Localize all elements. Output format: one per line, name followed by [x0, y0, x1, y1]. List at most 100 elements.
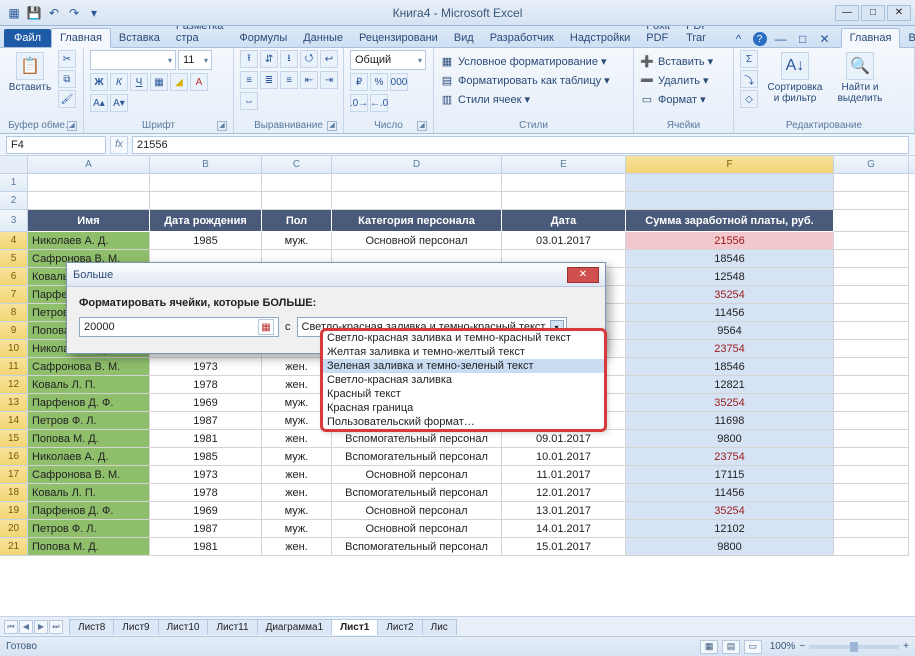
cell[interactable]: 1973: [150, 358, 262, 376]
cell[interactable]: 9800: [626, 430, 834, 448]
cell[interactable]: 12102: [626, 520, 834, 538]
sheet-nav-prev-icon[interactable]: ◀: [19, 620, 33, 634]
row-header[interactable]: 17: [0, 466, 28, 484]
cell[interactable]: [834, 304, 909, 322]
col-header-D[interactable]: D: [332, 156, 502, 173]
cell[interactable]: 1987: [150, 520, 262, 538]
clipboard-launcher-icon[interactable]: ◢: [67, 121, 77, 131]
cell[interactable]: 1978: [150, 484, 262, 502]
row-header[interactable]: 2: [0, 192, 28, 210]
font-color-icon[interactable]: A: [190, 73, 208, 91]
minimize-button[interactable]: —: [835, 5, 859, 21]
align-bottom-icon[interactable]: ⭳: [280, 50, 298, 68]
cell[interactable]: 18546: [626, 358, 834, 376]
ribbon-tab[interactable]: Данные: [295, 29, 351, 47]
cell[interactable]: муж.: [262, 520, 332, 538]
zoom-out-icon[interactable]: −: [799, 641, 805, 652]
help-icon[interactable]: ?: [753, 32, 767, 46]
col-header-C[interactable]: C: [262, 156, 332, 173]
cell[interactable]: 1978: [150, 376, 262, 394]
cell[interactable]: Вспомогательный персонал: [332, 448, 502, 466]
autosum-icon[interactable]: Σ: [740, 50, 758, 68]
cell[interactable]: 21556: [626, 232, 834, 250]
doc-restore-icon[interactable]: □: [795, 31, 811, 47]
cell[interactable]: 1981: [150, 430, 262, 448]
comma-icon[interactable]: 000: [390, 73, 408, 91]
indent-inc-icon[interactable]: ⇥: [320, 71, 338, 89]
cell[interactable]: 12821: [626, 376, 834, 394]
cell[interactable]: [834, 376, 909, 394]
cell[interactable]: Петров Ф. Л.: [28, 412, 150, 430]
view-pagebreak-icon[interactable]: ▭: [744, 640, 762, 654]
cell[interactable]: [834, 340, 909, 358]
sheet-tab[interactable]: Лист2: [377, 619, 422, 635]
cell[interactable]: [834, 466, 909, 484]
ribbon-tab[interactable]: Разработчик: [482, 29, 562, 47]
cell[interactable]: Вспомогательный персонал: [332, 538, 502, 556]
font-launcher-icon[interactable]: ◢: [217, 121, 227, 131]
cell[interactable]: 1973: [150, 466, 262, 484]
cell[interactable]: жен.: [262, 538, 332, 556]
doc-close-icon[interactable]: ✕: [817, 31, 833, 47]
cell[interactable]: жен.: [262, 484, 332, 502]
bold-icon[interactable]: Ж: [90, 73, 108, 91]
row-header[interactable]: 21: [0, 538, 28, 556]
row-header[interactable]: 13: [0, 394, 28, 412]
col-header-B[interactable]: B: [150, 156, 262, 173]
view-normal-icon[interactable]: ▦: [700, 640, 718, 654]
currency-icon[interactable]: ₽: [350, 73, 368, 91]
cell[interactable]: 35254: [626, 286, 834, 304]
cell[interactable]: 09.01.2017: [502, 430, 626, 448]
cell[interactable]: 23754: [626, 340, 834, 358]
cell[interactable]: Основной персонал: [332, 520, 502, 538]
cell[interactable]: [834, 232, 909, 250]
indent-dec-icon[interactable]: ⇤: [300, 71, 318, 89]
cell[interactable]: 1981: [150, 538, 262, 556]
row-header[interactable]: 15: [0, 430, 28, 448]
tab-0[interactable]: Главная: [841, 28, 901, 48]
cut-icon[interactable]: ✂: [58, 50, 76, 68]
cell[interactable]: 17115: [626, 466, 834, 484]
cell[interactable]: 18546: [626, 250, 834, 268]
cell[interactable]: 9800: [626, 538, 834, 556]
format-as-table-button[interactable]: ▤Форматировать как таблицу ▾: [440, 71, 610, 89]
format-painter-icon[interactable]: 🖌: [58, 90, 76, 108]
cell[interactable]: 1969: [150, 502, 262, 520]
grow-font-icon[interactable]: A▴: [90, 94, 108, 112]
redo-icon[interactable]: ↷: [66, 5, 82, 21]
orientation-icon[interactable]: ⭯: [300, 50, 318, 68]
font-size-combo[interactable]: 11: [178, 50, 212, 70]
fx-icon[interactable]: fx: [110, 136, 128, 154]
cell[interactable]: 9564: [626, 322, 834, 340]
sheet-tab[interactable]: Лис: [422, 619, 457, 635]
col-header-G[interactable]: G: [834, 156, 909, 173]
view-pagelayout-icon[interactable]: ▤: [722, 640, 740, 654]
paste-button[interactable]: 📋 Вставить: [6, 50, 54, 93]
format-cells-button[interactable]: ▭Формат ▾: [640, 90, 706, 108]
format-option[interactable]: Зеленая заливка и темно-зеленый текст: [323, 359, 604, 373]
row-header[interactable]: 19: [0, 502, 28, 520]
cell[interactable]: 15.01.2017: [502, 538, 626, 556]
cell[interactable]: 14.01.2017: [502, 520, 626, 538]
cell[interactable]: [834, 250, 909, 268]
align-center-icon[interactable]: ≣: [260, 71, 278, 89]
font-name-combo[interactable]: [90, 50, 176, 70]
sort-filter-button[interactable]: A↓ Сортировка и фильтр: [764, 50, 826, 104]
dialog-close-button[interactable]: ✕: [567, 267, 599, 283]
ribbon-tab[interactable]: Вид: [446, 29, 482, 47]
col-header-F[interactable]: F: [626, 156, 834, 173]
cell[interactable]: 10.01.2017: [502, 448, 626, 466]
cell[interactable]: 11.01.2017: [502, 466, 626, 484]
cell[interactable]: Вспомогательный персонал: [332, 484, 502, 502]
close-button[interactable]: ✕: [887, 5, 911, 21]
formula-input[interactable]: 21556: [132, 136, 909, 154]
cell[interactable]: Основной персонал: [332, 232, 502, 250]
cell[interactable]: [834, 412, 909, 430]
cell[interactable]: [834, 430, 909, 448]
dialog-titlebar[interactable]: Больше ✕: [67, 263, 605, 287]
increase-decimal-icon[interactable]: .0→: [350, 94, 368, 112]
cell[interactable]: Коваль Л. П.: [28, 376, 150, 394]
percent-icon[interactable]: %: [370, 73, 388, 91]
zoom-control[interactable]: 100% − +: [770, 641, 909, 652]
cell[interactable]: Сафронова В. М.: [28, 358, 150, 376]
